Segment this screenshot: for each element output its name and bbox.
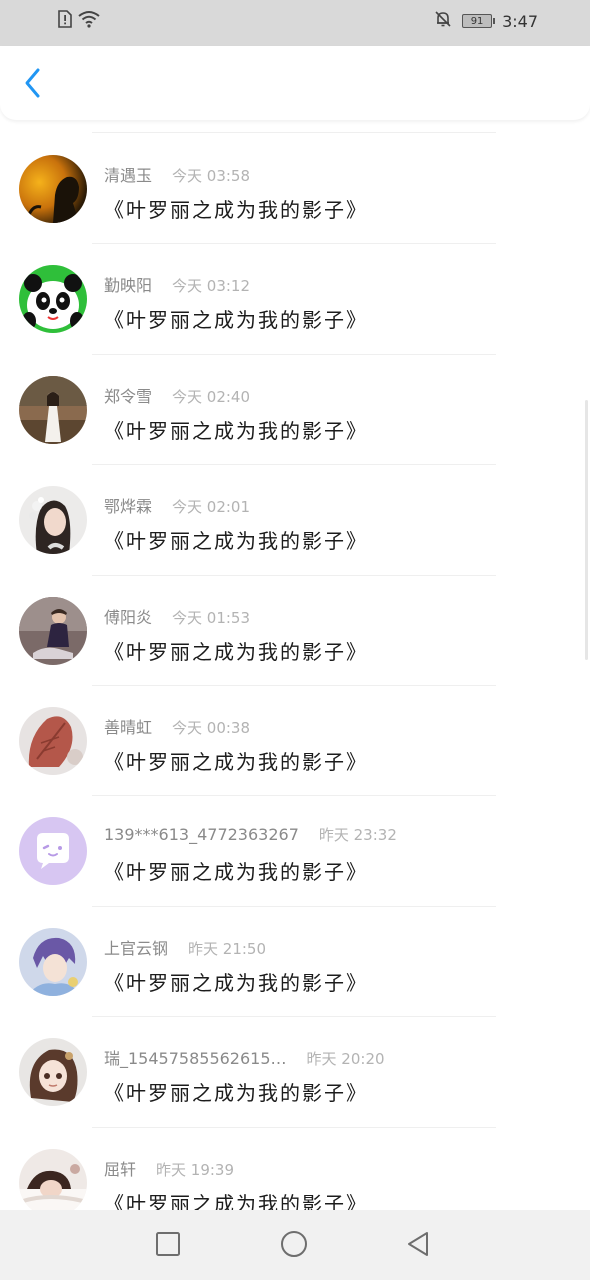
message-list[interactable]: 清遇玉 今天 03:58 《叶罗丽之成为我的影子》 勤映阳 今天 03:12 《…: [0, 134, 590, 1238]
message-text: 《叶罗丽之成为我的影子》: [104, 529, 368, 554]
list-item[interactable]: 上官云钢 昨天 21:50 《叶罗丽之成为我的影子》: [0, 907, 590, 1018]
square-icon: [155, 1231, 181, 1261]
timestamp: 今天 02:01: [172, 498, 251, 517]
user-name: 郑令雪: [104, 386, 153, 406]
back-nav-button[interactable]: [402, 1230, 434, 1262]
timestamp: 今天 03:12: [172, 277, 251, 296]
header: [0, 46, 590, 120]
list-item[interactable]: 瑞_15457585562615… 昨天 20:20 《叶罗丽之成为我的影子》: [0, 1017, 590, 1128]
timestamp: 昨天 20:20: [306, 1050, 385, 1069]
sim-alert-icon: [58, 10, 72, 32]
avatar[interactable]: [19, 486, 87, 555]
timestamp: 今天 02:40: [172, 387, 251, 406]
list-item[interactable]: 鄂烨霖 今天 02:01 《叶罗丽之成为我的影子》: [0, 465, 590, 576]
message-text: 《叶罗丽之成为我的影子》: [104, 1081, 368, 1106]
message-text: 《叶罗丽之成为我的影子》: [104, 308, 368, 333]
avatar[interactable]: [19, 1148, 87, 1217]
avatar[interactable]: [19, 596, 87, 665]
scrollbar[interactable]: [585, 400, 588, 660]
back-button[interactable]: [18, 68, 48, 102]
user-name: 上官云钢: [104, 938, 169, 958]
chevron-left-icon: [23, 67, 43, 103]
timestamp: 昨天 19:39: [156, 1160, 235, 1179]
user-name: 勤映阳: [104, 276, 153, 296]
timestamp: 昨天 21:50: [188, 939, 267, 958]
user-name: 瑞_15457585562615…: [104, 1049, 287, 1069]
recents-button[interactable]: [152, 1230, 184, 1262]
avatar[interactable]: [19, 265, 87, 334]
wifi-icon: [78, 10, 100, 32]
avatar[interactable]: [19, 817, 87, 886]
meta-line: 鄂烨霖 今天 02:01: [104, 493, 250, 517]
message-text: 《叶罗丽之成为我的影子》: [104, 970, 368, 995]
message-text: 《叶罗丽之成为我的影子》: [104, 860, 368, 885]
list-item[interactable]: 郑令雪 今天 02:40 《叶罗丽之成为我的影子》: [0, 355, 590, 466]
user-name: 屈轩: [104, 1159, 137, 1179]
list-item[interactable]: 傅阳炎 今天 01:53 《叶罗丽之成为我的影子》: [0, 576, 590, 686]
timestamp: 今天 01:53: [172, 608, 251, 627]
list-item[interactable]: 善晴虹 今天 00:38 《叶罗丽之成为我的影子》: [0, 686, 590, 797]
circle-icon: [280, 1230, 308, 1262]
message-text: 《叶罗丽之成为我的影子》: [104, 418, 368, 443]
status-bar: 91 3:47: [0, 0, 590, 46]
meta-line: 善晴虹 今天 00:38: [104, 714, 250, 738]
status-time: 3:47: [502, 11, 538, 31]
battery-icon: 91: [462, 14, 496, 28]
system-nav-bar: [0, 1210, 590, 1280]
message-text: 《叶罗丽之成为我的影子》: [104, 198, 368, 222]
meta-line: 清遇玉 今天 03:58: [104, 162, 250, 186]
user-name: 鄂烨霖: [104, 497, 153, 517]
meta-line: 勤映阳 今天 03:12: [104, 272, 250, 296]
status-left: [58, 10, 100, 32]
message-text: 《叶罗丽之成为我的影子》: [104, 639, 368, 664]
meta-line: 屈轩 昨天 19:39: [104, 1156, 234, 1180]
timestamp: 昨天 23:32: [318, 826, 397, 845]
home-button[interactable]: [278, 1230, 310, 1262]
triangle-back-icon: [405, 1230, 431, 1262]
timestamp: 今天 00:38: [172, 718, 251, 737]
avatar[interactable]: [19, 706, 87, 775]
user-name: 傅阳炎: [104, 607, 153, 627]
meta-line: 傅阳炎 今天 01:53: [104, 604, 250, 628]
avatar[interactable]: [19, 375, 87, 444]
status-right: 91 3:47: [434, 10, 538, 32]
message-text: 《叶罗丽之成为我的影子》: [104, 749, 368, 774]
meta-line: 上官云钢 昨天 21:50: [104, 935, 266, 959]
list-item[interactable]: 清遇玉 今天 03:58 《叶罗丽之成为我的影子》: [0, 134, 590, 245]
user-name: 清遇玉: [104, 166, 153, 185]
user-name: 139***613_4772363267: [104, 825, 299, 845]
avatar[interactable]: [19, 1038, 87, 1107]
bell-muted-icon: [434, 10, 452, 32]
divider: [92, 132, 496, 133]
avatar[interactable]: [19, 155, 87, 223]
timestamp: 今天 03:58: [172, 167, 251, 185]
list-item[interactable]: 勤映阳 今天 03:12 《叶罗丽之成为我的影子》: [0, 244, 590, 355]
meta-line: 139***613_4772363267 昨天 23:32: [104, 824, 397, 845]
battery-level: 91: [470, 15, 484, 27]
avatar[interactable]: [19, 927, 87, 996]
user-name: 善晴虹: [104, 717, 153, 737]
meta-line: 郑令雪 今天 02:40: [104, 383, 250, 407]
list-item[interactable]: 139***613_4772363267 昨天 23:32 《叶罗丽之成为我的影…: [0, 796, 590, 907]
meta-line: 瑞_15457585562615… 昨天 20:20: [104, 1045, 385, 1069]
